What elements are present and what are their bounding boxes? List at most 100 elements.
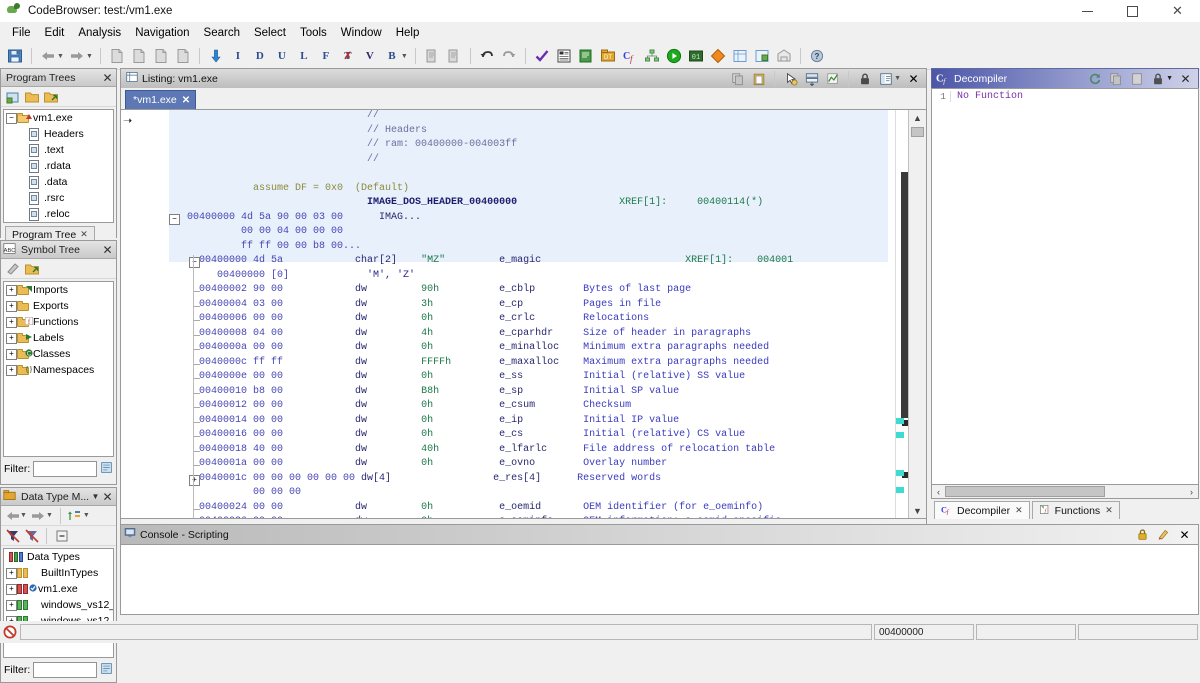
program-tree[interactable]: − vm1.exe Headers .text .rdata <box>3 109 114 223</box>
close-icon[interactable]: ✕ <box>1105 505 1113 516</box>
close-icon[interactable]: ✕ <box>80 229 88 240</box>
listing-row[interactable]: − 00400000 4d 5a 90 00 03 00 IMAG... <box>169 212 888 227</box>
scroll-thumb[interactable] <box>911 127 924 137</box>
filter-off-icon[interactable] <box>4 527 21 544</box>
tree-node-vm1-exe[interactable]: − vm1.exe <box>4 110 113 126</box>
listing-row[interactable]: // <box>169 110 888 125</box>
navigate-icon[interactable] <box>823 70 842 88</box>
listing-tab-vm1-exe[interactable]: *vm1.exe ✕ <box>125 90 196 109</box>
lock-icon[interactable] <box>1148 70 1167 88</box>
function-graph-icon[interactable]: Cf <box>620 46 640 66</box>
checkmark-icon[interactable] <box>532 46 552 66</box>
dt-node-builtin[interactable]: + BuiltInTypes <box>4 565 113 581</box>
listing-content[interactable]: ➝ // // Headers // ram: 00400000-004003f… <box>120 109 927 519</box>
decompiler-horizontal-scrollbar[interactable]: ‹ › <box>931 485 1199 499</box>
export-icon[interactable] <box>23 260 40 277</box>
tab-functions[interactable]: f Functions ✕ <box>1032 501 1120 519</box>
tree-node-text[interactable]: .text <box>4 142 113 158</box>
tree-node-reloc[interactable]: .reloc <box>4 206 113 222</box>
listing-row[interactable] <box>169 168 888 183</box>
open-folder-icon[interactable] <box>23 88 40 105</box>
listing-row[interactable]: 00400012 00 00 dw 0h e_csum Checksum <box>169 400 888 415</box>
listing-row[interactable]: 00400026 00 00 dw 0h e_oeminfo OEM infor… <box>169 516 888 518</box>
console-output[interactable] <box>120 544 1199 615</box>
symbol-node-exports[interactable]: + Exports <box>4 298 113 314</box>
select-cursor-icon[interactable] <box>781 70 800 88</box>
listing-row[interactable]: ff ff 00 00 b8 00... <box>169 241 888 256</box>
expand-handle-icon[interactable]: + <box>6 349 17 360</box>
listing-row[interactable]: 00 00 04 00 00 00 <box>169 226 888 241</box>
decompiler-content[interactable]: 1 No Function <box>931 88 1199 485</box>
bookmark-icon[interactable]: B <box>382 46 402 66</box>
close-button[interactable]: ✕ <box>1155 0 1200 22</box>
redo-icon[interactable] <box>499 46 519 66</box>
expand-handle-icon[interactable]: + <box>189 475 200 486</box>
menu-search[interactable]: Search <box>197 25 247 41</box>
listing-row[interactable]: 0040000a 00 00 dw 0h e_minalloc Minimum … <box>169 342 888 357</box>
scroll-thumb[interactable] <box>945 486 1105 497</box>
archive-icon[interactable] <box>774 46 794 66</box>
memory-map-icon[interactable] <box>554 46 574 66</box>
diff-view-icon[interactable] <box>802 70 821 88</box>
symbol-node-labels[interactable]: + Labels <box>4 330 113 346</box>
menu-window[interactable]: Window <box>334 25 389 41</box>
collapse-handle-icon[interactable]: − <box>6 113 17 124</box>
listing-row[interactable]: 00400014 00 00 dw 0h e_ip Initial IP val… <box>169 415 888 430</box>
filter-clear-icon[interactable] <box>23 527 40 544</box>
listing-row[interactable]: + 0040001c 00 00 00 00 00 00 dw[4] e_res… <box>169 473 888 488</box>
listing-row[interactable]: // <box>169 154 888 169</box>
symbol-tree[interactable]: + Imports + Exports + f Functions <box>3 281 114 457</box>
diff-apply-icon[interactable] <box>444 46 464 66</box>
symbol-tree-icon[interactable] <box>752 46 772 66</box>
listing-row[interactable]: 00400002 90 00 dw 90h e_cblp Bytes of la… <box>169 284 888 299</box>
forward-icon[interactable] <box>30 507 47 524</box>
lock-icon[interactable] <box>855 70 874 88</box>
lock-icon[interactable] <box>1133 526 1152 544</box>
scroll-right-arrow[interactable]: › <box>1185 487 1198 497</box>
instruction-icon[interactable]: I <box>228 46 248 66</box>
call-tree-icon[interactable] <box>642 46 662 66</box>
undefined-icon[interactable]: U <box>272 46 292 66</box>
menu-file[interactable]: File <box>5 25 38 41</box>
filter-options-icon[interactable] <box>100 461 113 477</box>
text-icon[interactable]: T✗ <box>338 46 358 66</box>
listing-row[interactable]: IMAGE_DOS_HEADER_00400000 XREF[1]: 00400… <box>169 197 888 212</box>
edit-script-icon[interactable] <box>1154 526 1173 544</box>
script-manager-icon[interactable] <box>576 46 596 66</box>
close-icon[interactable]: ✕ <box>101 243 114 256</box>
listing-icon[interactable] <box>730 46 750 66</box>
filter-options-icon[interactable] <box>100 662 113 678</box>
data-icon[interactable]: D <box>250 46 270 66</box>
diff-icon[interactable] <box>422 46 442 66</box>
menu-tools[interactable]: Tools <box>293 25 334 41</box>
listing-row[interactable]: // Headers <box>169 125 888 140</box>
listing-row[interactable]: 00400024 00 00 dw 0h e_oemid OEM identif… <box>169 502 888 517</box>
forward-icon[interactable] <box>67 46 87 66</box>
back-dropdown-icon[interactable]: ▼ <box>57 53 64 60</box>
new-window-icon[interactable] <box>173 46 193 66</box>
paste-window-icon[interactable] <box>151 46 171 66</box>
expand-handle-icon[interactable]: + <box>6 600 17 611</box>
dt-node-root[interactable]: Data Types <box>4 549 113 565</box>
toggle-fields-icon[interactable] <box>876 70 895 88</box>
dt-node-win32[interactable]: + windows_vs12_32 <box>4 597 113 613</box>
listing-row[interactable]: 00400004 03 00 dw 3h e_cp Pages in file <box>169 299 888 314</box>
sort-icon[interactable] <box>67 507 84 524</box>
close-icon[interactable]: ✕ <box>1175 526 1194 544</box>
filter-input[interactable] <box>33 461 97 477</box>
close-icon[interactable]: ✕ <box>101 490 114 503</box>
paste-icon[interactable] <box>1127 70 1146 88</box>
save-icon[interactable] <box>5 46 25 66</box>
export-tree-icon[interactable] <box>42 88 59 105</box>
symbol-node-namespaces[interactable]: + {} Namespaces <box>4 362 113 378</box>
back-icon[interactable] <box>38 46 58 66</box>
minimize-button[interactable] <box>1065 0 1110 22</box>
menu-edit[interactable]: Edit <box>38 25 72 41</box>
listing-row[interactable]: − 00400000 4d 5a char[2] "MZ" e_magic XR… <box>169 255 888 270</box>
forward-dropdown-icon[interactable]: ▼ <box>46 512 53 519</box>
tree-node-rdata[interactable]: .rdata <box>4 158 113 174</box>
listing-row[interactable]: 00400006 00 00 dw 0h e_crlc Relocations <box>169 313 888 328</box>
scroll-up-arrow[interactable]: ▲ <box>909 110 926 125</box>
tab-decompiler[interactable]: Cf Decompiler ✕ <box>934 501 1030 519</box>
listing-row[interactable]: 00 00 00 <box>169 487 888 502</box>
